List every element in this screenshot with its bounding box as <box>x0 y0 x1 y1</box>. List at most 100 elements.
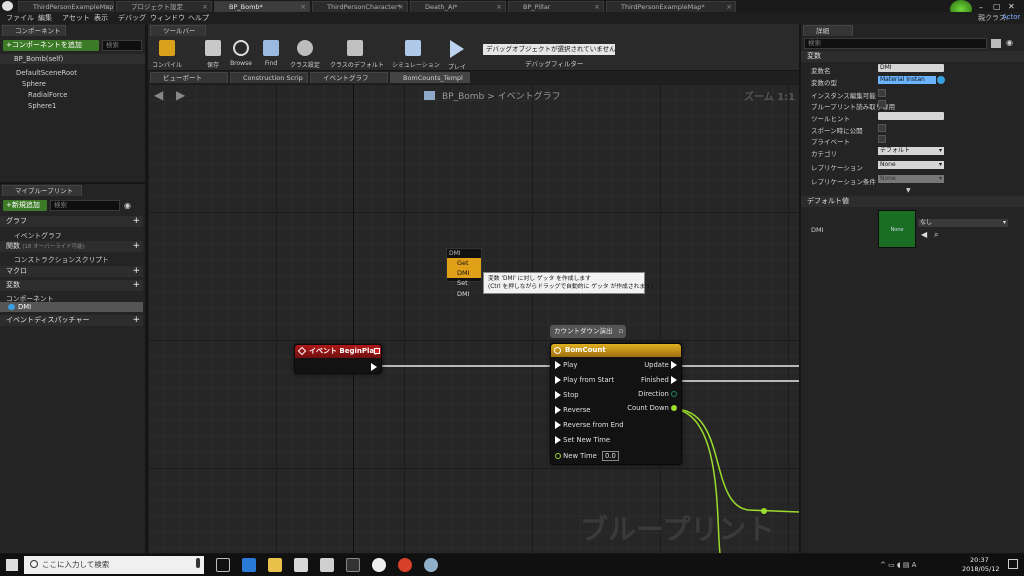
doc-tab-death-ai[interactable]: Death_AI* × <box>410 1 506 12</box>
default-value-section-header[interactable]: デフォルト値 <box>801 196 1024 207</box>
category-dropdown[interactable]: デフォルト ▾ <box>878 147 944 155</box>
menu-file[interactable]: ファイル <box>6 13 34 23</box>
simulation-button[interactable]: シミュレーション <box>392 40 440 69</box>
container-type-icon[interactable] <box>937 76 945 84</box>
doc-tab-bp-bomb[interactable]: BP_Bomb* × <box>214 1 310 12</box>
doc-tab-pillar[interactable]: BP_Pillar × <box>508 1 604 12</box>
menu-debug[interactable]: デバッグ <box>118 13 146 23</box>
event-graph-canvas[interactable]: ◀ ▶ BP_Bomb > イベントグラフ ズーム 1:1 ブループリント DM… <box>148 84 799 553</box>
menu-view[interactable]: 表示 <box>94 13 108 23</box>
chrome-icon[interactable] <box>398 558 412 572</box>
section-event-dispatchers[interactable]: イベントディスパッチャー + <box>0 315 143 326</box>
close-icon[interactable]: × <box>104 2 110 12</box>
maximize-icon[interactable]: ▢ <box>993 2 1001 11</box>
tab-construction-script[interactable]: Construction Scrip <box>230 72 308 83</box>
close-icon[interactable]: × <box>496 2 502 12</box>
add-icon[interactable]: + <box>132 241 140 252</box>
menu-help[interactable]: ヘルプ <box>188 13 209 23</box>
component-search-input[interactable]: 検索 <box>102 40 142 51</box>
tab-toolbar[interactable]: ツールバー <box>150 25 206 36</box>
close-icon[interactable]: × <box>726 2 732 12</box>
add-icon[interactable]: + <box>132 266 140 277</box>
notification-icon[interactable] <box>1008 559 1018 569</box>
taskbar-search-box[interactable]: ここに入力して検索 <box>24 556 204 574</box>
add-component-button[interactable]: +コンポーネントを追加 <box>3 40 99 51</box>
details-search-input[interactable]: 検索 <box>804 38 987 49</box>
close-window-icon[interactable]: ✕ <box>1008 2 1015 11</box>
section-functions[interactable]: 関数 (18 オーバーライド可能) + <box>0 241 143 252</box>
replication-condition-dropdown[interactable]: None ▾ <box>878 175 944 183</box>
input-reverse-from-end[interactable]: Reverse from End <box>555 421 624 429</box>
find-button[interactable]: Find <box>254 40 288 68</box>
replication-dropdown[interactable]: None ▾ <box>878 161 944 169</box>
minimize-icon[interactable]: – <box>979 3 983 12</box>
use-selected-arrow-icon[interactable]: ◀ <box>921 230 927 239</box>
play-button[interactable]: プレイ <box>440 40 474 71</box>
construction-script-item[interactable]: コンストラクションスクリプト <box>14 254 109 264</box>
eye-icon[interactable]: ◉ <box>124 201 131 210</box>
menu-edit[interactable]: 編集 <box>38 13 52 23</box>
section-macros[interactable]: マクロ + <box>0 266 143 277</box>
tab-event-graph[interactable]: イベントグラフ <box>310 72 388 83</box>
expose-on-spawn-checkbox[interactable] <box>878 124 886 132</box>
comment-bubble[interactable]: カウントダウン演出 ▫ <box>550 325 626 338</box>
input-new-time[interactable]: New Time 0.0 <box>555 451 619 461</box>
task-view-icon[interactable] <box>216 558 230 572</box>
browse-button[interactable]: Browse <box>224 40 258 68</box>
clock-time[interactable]: 20:37 <box>970 556 989 564</box>
tree-item-sphere[interactable]: Sphere <box>22 80 46 88</box>
input-reverse[interactable]: Reverse <box>555 406 591 414</box>
get-dmi-item[interactable]: Get DMI <box>447 258 481 278</box>
unreal-editor-icon[interactable] <box>372 558 386 572</box>
doc-tab-character[interactable]: ThirdPersonCharacter* × <box>312 1 408 12</box>
self-item[interactable]: BP_Bomb(self) <box>14 55 63 63</box>
add-icon[interactable]: + <box>132 280 140 291</box>
menu-window[interactable]: ウィンドウ <box>150 13 185 23</box>
add-new-button[interactable]: +新規追加 <box>3 200 47 211</box>
input-play[interactable]: Play <box>555 361 577 369</box>
tree-item-radial-force[interactable]: RadialForce <box>28 91 67 99</box>
menu-asset[interactable]: アセット <box>62 13 90 23</box>
epic-launcher-icon[interactable] <box>346 558 360 572</box>
close-icon[interactable]: × <box>202 2 208 12</box>
grid-view-icon[interactable] <box>991 39 1001 48</box>
blueprint-search-input[interactable]: 検索 <box>50 200 120 211</box>
tab-timeline[interactable]: BomCounts_Templ <box>390 72 470 83</box>
instance-editable-checkbox[interactable] <box>878 89 886 97</box>
clock-date[interactable]: 2018/05/12 <box>962 565 999 573</box>
tree-item-sphere1[interactable]: Sphere1 <box>28 102 56 110</box>
private-checkbox[interactable] <box>878 135 886 143</box>
mic-icon[interactable] <box>196 558 200 568</box>
output-update[interactable]: Update <box>644 361 677 369</box>
output-count-down[interactable]: Count Down <box>627 404 677 412</box>
input-stop[interactable]: Stop <box>555 391 579 399</box>
section-variables[interactable]: 変数 + <box>0 280 143 291</box>
close-icon[interactable]: × <box>300 2 306 12</box>
file-explorer-icon[interactable] <box>268 558 282 572</box>
dmi-variable[interactable]: DMI <box>18 303 31 311</box>
class-defaults-button[interactable]: クラスのデフォルト <box>330 40 384 69</box>
doc-tab-map[interactable]: ThirdPersonExampleMap* × <box>18 1 114 12</box>
close-icon[interactable]: × <box>398 2 404 12</box>
section-graphs[interactable]: グラフ + <box>0 216 143 227</box>
variable-section-header[interactable]: 変数 <box>801 51 1024 62</box>
variable-name-input[interactable]: DMI <box>878 64 944 72</box>
timeline-node[interactable]: BomCount Play Play from Start Stop Rever… <box>550 343 682 465</box>
mail-icon[interactable] <box>320 558 334 572</box>
browse-asset-icon[interactable]: ⌕ <box>934 230 938 240</box>
event-beginplay-node[interactable]: イベント BeginPlay <box>294 344 382 374</box>
tab-viewport[interactable]: ビューポート <box>150 72 228 83</box>
comment-pin-icon[interactable]: ▫ <box>619 325 623 338</box>
delegate-pin[interactable] <box>374 348 380 354</box>
tree-item-scene-root[interactable]: DefaultSceneRoot <box>16 69 77 77</box>
start-button[interactable] <box>6 559 18 571</box>
debug-object-dropdown[interactable]: デバッグオブジェクトが選択されていません ▾ <box>483 44 615 55</box>
output-finished[interactable]: Finished <box>641 376 677 384</box>
event-graph-item[interactable]: イベントグラフ <box>14 230 62 240</box>
variable-type-dropdown[interactable]: Material Instan <box>878 76 936 84</box>
compile-button[interactable]: コンパイル <box>150 40 184 69</box>
set-dmi-item[interactable]: Set DMI <box>447 278 481 300</box>
eye-icon[interactable]: ◉ <box>1006 38 1013 47</box>
parent-class-link[interactable]: Actor <box>1002 13 1020 21</box>
tab-components[interactable]: コンポーネント <box>2 25 66 36</box>
